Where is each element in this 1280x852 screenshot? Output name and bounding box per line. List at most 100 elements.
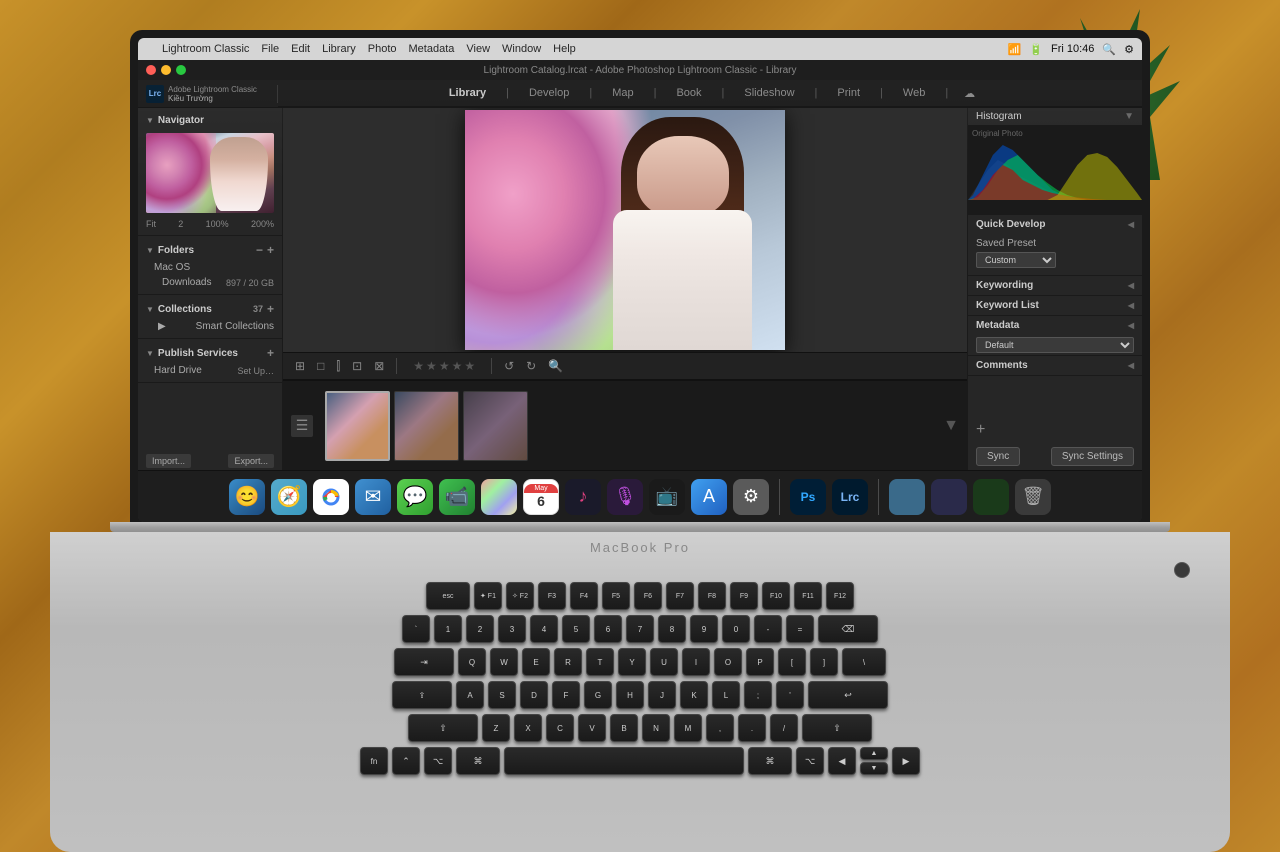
key-up[interactable]: ▲ xyxy=(860,747,888,760)
key-x[interactable]: X xyxy=(514,714,542,742)
collections-header[interactable]: Collections 37 + xyxy=(138,299,282,319)
key-z[interactable]: Z xyxy=(482,714,510,742)
publish-plus[interactable]: + xyxy=(267,346,274,360)
navigator-header[interactable]: Navigator xyxy=(138,112,282,129)
quick-develop-header[interactable]: Quick Develop ◀ xyxy=(968,215,1142,234)
filmstrip-thumb-2[interactable] xyxy=(394,391,459,461)
key-c[interactable]: C xyxy=(546,714,574,742)
key-f10[interactable]: F10 xyxy=(762,582,790,610)
dock-settings[interactable]: ⚙ xyxy=(733,479,769,515)
folder-downloads[interactable]: Downloads 897 / 20 GB xyxy=(138,275,282,290)
key-h[interactable]: H xyxy=(616,681,644,709)
dock-safari[interactable]: 🧭 xyxy=(271,479,307,515)
publish-hard-drive[interactable]: Hard Drive Set Up… xyxy=(138,363,282,378)
fullscreen-button[interactable] xyxy=(176,65,186,75)
filmstrip-thumb-1[interactable] xyxy=(325,391,390,461)
keyword-list-header[interactable]: Keyword List ◀ xyxy=(968,296,1142,315)
spotlight-icon[interactable]: ⚙ xyxy=(1124,43,1134,56)
key-return[interactable]: ↩ xyxy=(808,681,888,709)
key-f6[interactable]: F6 xyxy=(634,582,662,610)
key-6[interactable]: 6 xyxy=(594,615,622,643)
filmstrip-thumb-3[interactable] xyxy=(463,391,528,461)
key-p[interactable]: P xyxy=(746,648,774,676)
key-tab[interactable]: ⇥ xyxy=(394,648,454,676)
key-rbracket[interactable]: ] xyxy=(810,648,838,676)
metadata-header[interactable]: Metadata ◀ xyxy=(968,316,1142,335)
key-left[interactable]: ◀ xyxy=(828,747,856,775)
power-button[interactable] xyxy=(1174,562,1190,578)
dock-appstore[interactable]: A xyxy=(691,479,727,515)
dock-music[interactable]: ♪ xyxy=(565,479,601,515)
key-a[interactable]: A xyxy=(456,681,484,709)
key-q[interactable]: Q xyxy=(458,648,486,676)
dock-mail[interactable]: ✉ xyxy=(355,479,391,515)
key-f[interactable]: F xyxy=(552,681,580,709)
key-right[interactable]: ▶ xyxy=(892,747,920,775)
dock-photoshop[interactable]: Ps xyxy=(790,479,826,515)
key-5[interactable]: 5 xyxy=(562,615,590,643)
view-people-button[interactable]: ⊠ xyxy=(370,357,388,375)
metadata-select[interactable]: Default xyxy=(976,337,1134,353)
dock-trash[interactable]: 🗑 xyxy=(1015,479,1051,515)
dock-facetime[interactable]: 📹 xyxy=(439,479,475,515)
module-slideshow[interactable]: Slideshow xyxy=(740,85,798,101)
key-semicolon[interactable]: ; xyxy=(744,681,772,709)
menu-file[interactable]: File xyxy=(261,43,279,55)
menu-window[interactable]: Window xyxy=(502,43,541,55)
search-icon[interactable]: 🔍 xyxy=(1102,43,1116,56)
key-roption[interactable]: ⌥ xyxy=(796,747,824,775)
dock-misc-3[interactable] xyxy=(973,479,1009,515)
folders-plus[interactable]: + xyxy=(267,243,274,257)
menu-edit[interactable]: Edit xyxy=(291,43,310,55)
key-space[interactable] xyxy=(504,747,744,775)
sync-settings-button[interactable]: Sync Settings xyxy=(1051,447,1134,466)
dock-messages[interactable]: 💬 xyxy=(397,479,433,515)
key-backslash[interactable]: \ xyxy=(842,648,886,676)
key-lcmd[interactable]: ⌘ xyxy=(456,747,500,775)
keywording-header[interactable]: Keywording ◀ xyxy=(968,276,1142,295)
key-backspace[interactable]: ⌫ xyxy=(818,615,878,643)
key-f5[interactable]: F5 xyxy=(602,582,630,610)
key-minus[interactable]: - xyxy=(754,615,782,643)
key-rcmd[interactable]: ⌘ xyxy=(748,747,792,775)
key-f4[interactable]: F4 xyxy=(570,582,598,610)
key-k[interactable]: K xyxy=(680,681,708,709)
view-loupe-button[interactable]: □ xyxy=(313,357,328,375)
view-compare-button[interactable]: ⫿ xyxy=(332,357,344,376)
key-fn-key[interactable]: fn xyxy=(360,747,388,775)
right-panel-plus[interactable]: + xyxy=(976,421,985,439)
key-n[interactable]: N xyxy=(642,714,670,742)
rotate-ccw-button[interactable]: ↺ xyxy=(500,357,518,375)
key-g[interactable]: G xyxy=(584,681,612,709)
key-j[interactable]: J xyxy=(648,681,676,709)
dock-finder[interactable]: 😊 xyxy=(229,479,265,515)
key-f12[interactable]: F12 xyxy=(826,582,854,610)
export-button[interactable]: Export... xyxy=(228,454,274,468)
module-library[interactable]: Library xyxy=(445,85,490,101)
key-l[interactable]: L xyxy=(712,681,740,709)
key-9[interactable]: 9 xyxy=(690,615,718,643)
key-0[interactable]: 0 xyxy=(722,615,750,643)
key-f3[interactable]: F3 xyxy=(538,582,566,610)
key-y[interactable]: Y xyxy=(618,648,646,676)
key-m[interactable]: M xyxy=(674,714,702,742)
dock-chrome[interactable] xyxy=(313,479,349,515)
menu-app-name[interactable]: Lightroom Classic xyxy=(162,43,249,55)
dock-calendar[interactable]: May 6 xyxy=(523,479,559,515)
menu-photo[interactable]: Photo xyxy=(368,43,397,55)
publish-services-header[interactable]: Publish Services + xyxy=(138,343,282,363)
key-w[interactable]: W xyxy=(490,648,518,676)
filmstrip-scroll[interactable]: ▼ xyxy=(943,417,959,435)
key-8[interactable]: 8 xyxy=(658,615,686,643)
menu-metadata[interactable]: Metadata xyxy=(409,43,455,55)
key-f7[interactable]: F7 xyxy=(666,582,694,610)
key-f2[interactable]: ✧ F2 xyxy=(506,582,534,610)
key-t[interactable]: T xyxy=(586,648,614,676)
dock-podcasts[interactable]: 🎙 xyxy=(607,479,643,515)
module-web[interactable]: Web xyxy=(899,85,929,101)
key-v[interactable]: V xyxy=(578,714,606,742)
module-develop[interactable]: Develop xyxy=(525,85,573,101)
dock-tv[interactable]: 📺 xyxy=(649,479,685,515)
key-f1[interactable]: ✦ F1 xyxy=(474,582,502,610)
key-o[interactable]: O xyxy=(714,648,742,676)
